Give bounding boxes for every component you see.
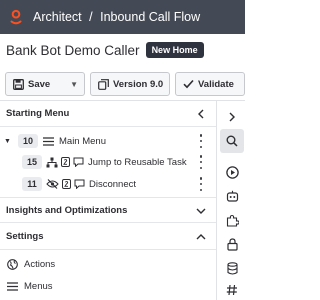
chevron-down-icon[interactable]	[194, 204, 208, 218]
flow-name: Bank Bot Demo Caller	[6, 42, 140, 58]
check-icon	[183, 79, 194, 89]
toolbox-rail	[216, 101, 245, 300]
caret-down-icon[interactable]: ▼	[4, 138, 14, 145]
main-menu-number: 10	[18, 134, 38, 148]
breadcrumb: Architect / Inbound Call Flow	[33, 10, 200, 24]
insights-title: Insights and Optimizations	[6, 204, 128, 216]
menu-icon	[7, 281, 18, 291]
globe-icon	[7, 258, 18, 270]
main-menu-row[interactable]: ▼ 10 Main Menu	[0, 131, 216, 151]
chevron-down-icon[interactable]: ▼	[70, 80, 78, 89]
settings-item-label: Actions	[24, 258, 56, 270]
menu-item-row[interactable]: 15 Jump to Reusable Task	[0, 152, 216, 172]
settings-item-label: Menus	[24, 280, 53, 292]
save-label: Save	[28, 78, 51, 90]
chevron-left-icon[interactable]	[194, 107, 208, 121]
settings-header[interactable]: Settings	[0, 224, 216, 250]
more-options-icon[interactable]	[198, 177, 204, 191]
puzzle-icon[interactable]	[223, 211, 241, 229]
settings-item-actions[interactable]: Actions	[0, 253, 216, 275]
settings-item-menus[interactable]: Menus	[0, 275, 216, 297]
search-icon[interactable]	[220, 129, 244, 153]
breadcrumb-separator: /	[89, 10, 93, 24]
more-options-icon[interactable]	[198, 155, 204, 169]
menu-item-row[interactable]: 11 Disconnect	[0, 174, 216, 194]
expand-panel-icon[interactable]	[223, 108, 241, 126]
starting-menu-header[interactable]: Starting Menu	[0, 101, 216, 127]
breadcrumb-app[interactable]: Architect	[33, 10, 82, 24]
play-icon[interactable]	[223, 163, 241, 181]
flow-toolbar: Save ▼ Version 9.0 Validate	[0, 72, 245, 98]
main-menu-label: Main Menu	[59, 135, 106, 147]
breadcrumb-flow-type: Inbound Call Flow	[100, 10, 201, 24]
more-options-icon[interactable]	[198, 134, 204, 148]
lock-icon[interactable]	[223, 235, 241, 253]
app-header: Architect / Inbound Call Flow	[0, 0, 245, 34]
menu-icon	[43, 136, 54, 146]
version-button[interactable]: Version 9.0	[90, 72, 170, 96]
flow-title-bar: Bank Bot Demo Caller New Home	[0, 34, 245, 66]
insights-header[interactable]: Insights and Optimizations	[0, 197, 216, 223]
save-icon	[13, 78, 24, 90]
database-icon[interactable]	[223, 259, 241, 277]
copy-icon	[98, 78, 109, 90]
starting-menu-title: Starting Menu	[6, 108, 70, 119]
speech-bubble-icon	[74, 179, 85, 189]
hash-icon[interactable]	[223, 281, 241, 299]
settings-title: Settings	[6, 231, 44, 242]
menu-item-label: Jump to Reusable Task	[88, 156, 187, 168]
menu-item-number: 15	[22, 155, 42, 169]
dialpad-key-icon	[62, 179, 71, 189]
validate-button[interactable]: Validate	[175, 72, 245, 96]
save-button[interactable]: Save ▼	[5, 72, 85, 96]
version-label: Version 9.0	[113, 78, 164, 90]
dialpad-key-icon	[61, 157, 70, 167]
speech-bubble-icon	[73, 157, 84, 167]
home-badge[interactable]: New Home	[145, 42, 204, 58]
chevron-up-icon[interactable]	[194, 230, 208, 244]
menu-item-label: Disconnect	[89, 178, 136, 190]
menu-item-number: 11	[22, 177, 42, 191]
validate-label: Validate	[198, 78, 234, 90]
genesys-logo-icon[interactable]	[7, 8, 25, 26]
flow-navigation-panel: Starting Menu ▼ 10 Main Menu 15 Jump to …	[0, 101, 216, 300]
sitemap-icon	[46, 157, 58, 168]
eye-slash-icon	[46, 179, 59, 189]
bot-icon[interactable]	[223, 187, 241, 205]
